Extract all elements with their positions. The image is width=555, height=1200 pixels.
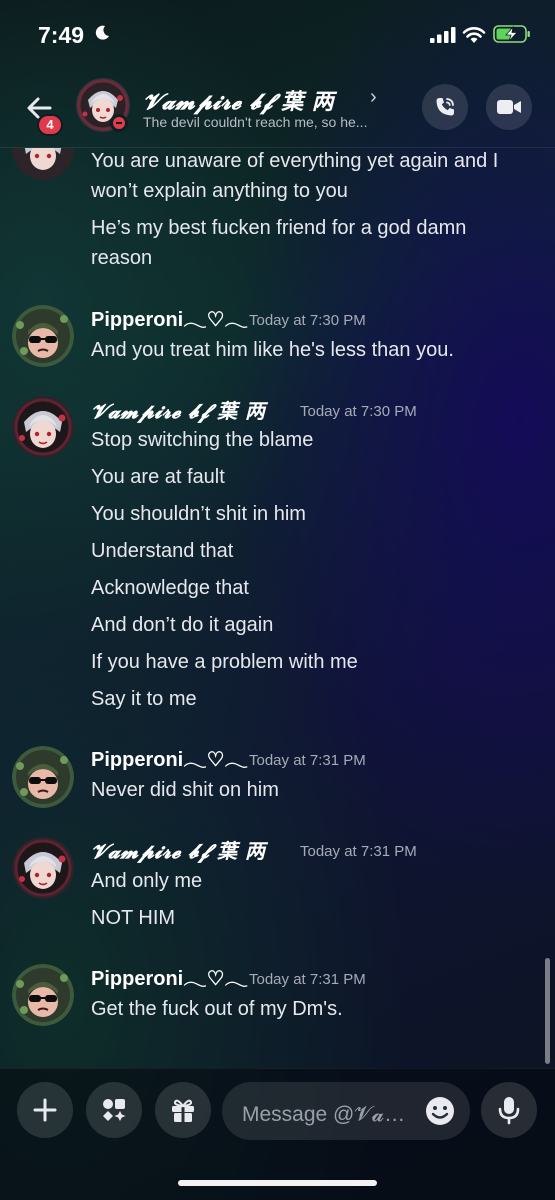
author-avatar[interactable] [12, 746, 74, 808]
video-call-button[interactable] [486, 84, 532, 130]
message-timestamp: Today at 7:31 PM [249, 752, 366, 769]
message-timestamp: Today at 7:30 PM [300, 403, 417, 420]
message-text: You are at fault [91, 466, 225, 488]
header-username[interactable]: 𝓥𝓪𝓶𝓹𝓲𝓻𝓮 𝓫𝓯 葉 两 [143, 84, 334, 116]
video-camera-icon [497, 100, 521, 114]
message-timestamp: Today at 7:31 PM [249, 971, 366, 988]
moon-icon [95, 25, 109, 40]
scrollbar[interactable] [545, 958, 550, 1064]
home-indicator[interactable] [178, 1180, 377, 1186]
signal-icon [430, 27, 456, 43]
message-author[interactable]: 𝓥𝓪𝓶𝓹𝓲𝓻𝓮 𝓫𝓯 葉 两 [91, 838, 266, 864]
author-avatar[interactable] [12, 837, 74, 899]
message-input-placeholder: Message @𝓥𝓪𝓶𝓹𝓲𝓻𝓮 𝓫𝓯 葉 两 [242, 1103, 412, 1126]
dnd-status-indicator [110, 114, 128, 132]
author-avatar[interactable] [12, 964, 74, 1026]
phone-call-icon [436, 98, 454, 116]
plus-icon [33, 1098, 57, 1122]
message-input[interactable]: Message @𝓥𝓪𝓶𝓹𝓲𝓻𝓮 𝓫𝓯 葉 两 [222, 1082, 470, 1140]
message-text: reason [91, 247, 153, 269]
header-custom-status: The devil couldn't reach me, so he... [143, 114, 368, 130]
status-time: 7:49 [38, 22, 85, 48]
apps-button[interactable] [86, 1082, 142, 1138]
emoji-icon[interactable] [424, 1095, 456, 1127]
apps-icon [103, 1099, 126, 1121]
gift-icon [172, 1099, 194, 1122]
author-avatar[interactable] [12, 305, 74, 367]
unread-badge: 4 [37, 114, 63, 136]
dm-header: 4 𝓥𝓪𝓶𝓹𝓲𝓻𝓮 𝓫𝓯 葉 两 › The devil couldn't re… [0, 70, 555, 148]
status-bar: 7:49 [0, 0, 555, 70]
message-author[interactable]: 𝓥𝓪𝓶𝓹𝓲𝓻𝓮 𝓫𝓯 葉 两 [91, 398, 266, 424]
message-text: Never did shit on him [91, 779, 279, 801]
message-text: Say it to me [91, 688, 197, 710]
attach-button[interactable] [17, 1082, 73, 1138]
message-timestamp: Today at 7:30 PM [249, 312, 366, 329]
message-text: You shouldn’t shit in him [91, 503, 306, 525]
message-text: NOT HIM [91, 907, 176, 929]
voice-message-button[interactable] [481, 1082, 537, 1138]
message-text: won’t explain anything to you [91, 180, 348, 202]
message-text: Understand that [91, 540, 234, 562]
message-text: You are unaware of everything yet again … [91, 150, 499, 172]
microphone-icon [498, 1097, 520, 1125]
message-author[interactable]: Pipperoni𓂃♡𓂃 [91, 307, 248, 333]
voice-call-button[interactable] [422, 84, 468, 130]
wifi-icon [462, 27, 486, 43]
message-text: Acknowledge that [91, 577, 249, 599]
message-text: If you have a problem with me [91, 651, 358, 673]
message-text: Get the fuck out of my Dm's. [91, 998, 343, 1020]
message-timestamp: Today at 7:31 PM [300, 843, 417, 860]
author-avatar[interactable] [12, 396, 74, 458]
message-text: And only me [91, 870, 203, 892]
battery-charging-icon [493, 25, 530, 43]
message-author[interactable]: Pipperoni𓂃♡𓂃 [91, 966, 248, 992]
message-text: And don’t do it again [91, 614, 274, 636]
message-list[interactable]: You are unaware of everything yet again … [0, 148, 555, 1068]
gift-button[interactable] [155, 1082, 211, 1138]
message-text: Stop switching the blame [91, 429, 314, 451]
message-text: And you treat him like he's less than yo… [91, 339, 454, 361]
message-text: He’s my best fucken friend for a god dam… [91, 217, 467, 239]
message-author[interactable]: Pipperoni𓂃♡𓂃 [91, 747, 248, 773]
chevron-right-icon[interactable]: › [370, 86, 377, 109]
author-avatar[interactable] [12, 148, 74, 180]
